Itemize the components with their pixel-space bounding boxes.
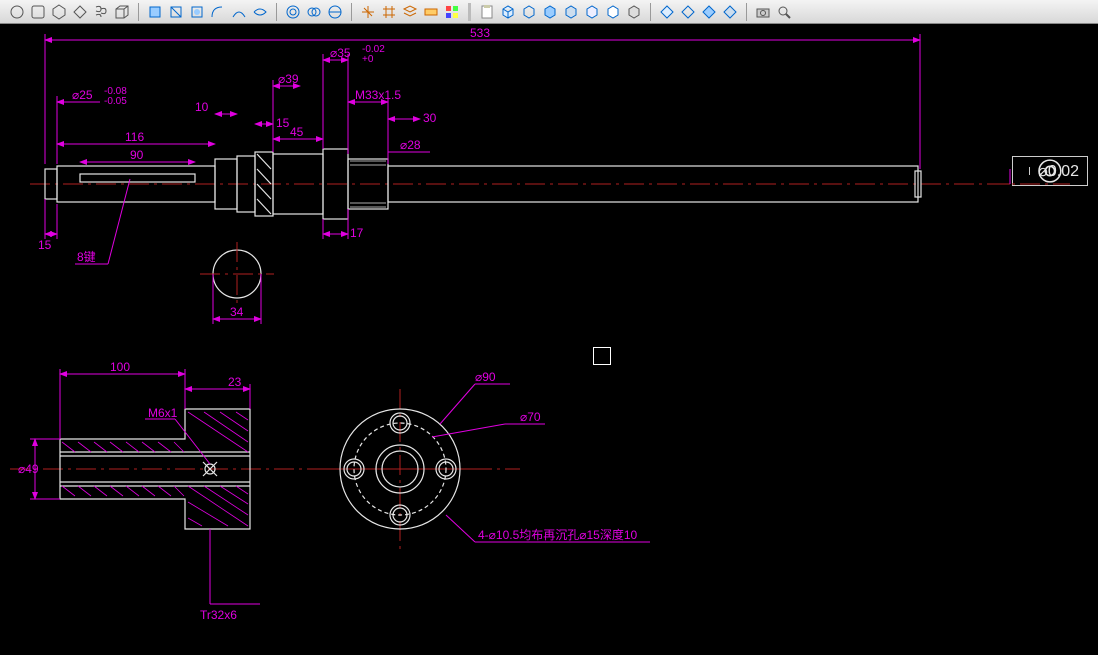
dim-30: 30 (423, 111, 437, 125)
tb-cube5-icon[interactable] (582, 2, 602, 22)
toolbar-separator (746, 3, 747, 21)
dim-15a: 15 (276, 116, 290, 130)
tb-group-view (355, 2, 465, 22)
tb-cube4-icon[interactable] (561, 2, 581, 22)
tb-palette-icon[interactable] (442, 2, 462, 22)
tb-boxc-icon[interactable] (187, 2, 207, 22)
tb-ring1-icon[interactable] (283, 2, 303, 22)
dim-d25-toll: -0.05 (104, 96, 127, 107)
dim-d28: ⌀28 (400, 138, 421, 152)
dim-90: 90 (130, 148, 144, 162)
tb-group-shapes (4, 2, 135, 22)
dimensions-top: 533 ⌀35 -0.02 +0 ⌀39 ⌀25 -0.08 -0.05 M33… (38, 26, 1010, 324)
dim-34: 34 (230, 305, 244, 319)
dim-m33: M33x1.5 (355, 88, 401, 102)
dim-tr32: Tr32x6 (200, 608, 237, 622)
dim-d35: ⌀35 (330, 46, 351, 60)
tb-cube7-icon[interactable] (624, 2, 644, 22)
dim-533: 533 (470, 26, 490, 40)
dim-17: 17 (350, 226, 364, 240)
dim-d70: ⌀70 (520, 410, 541, 424)
tb-group-gems (654, 2, 743, 22)
dim-100: 100 (110, 360, 130, 374)
tb-group-tools (750, 2, 797, 22)
tb-gem3-icon[interactable] (699, 2, 719, 22)
dim-key8: 8键 (77, 250, 96, 264)
tb-cube1-icon[interactable] (498, 2, 518, 22)
tb-ring2-icon[interactable] (304, 2, 324, 22)
dim-d35-toll: +0 (362, 54, 374, 65)
tb-hex-icon[interactable] (49, 2, 69, 22)
tb-camera-icon[interactable] (753, 2, 773, 22)
dim-15b: 15 (38, 238, 52, 252)
dim-m6: M6x1 (148, 406, 178, 420)
tb-diamond-icon[interactable] (70, 2, 90, 22)
toolbar-separator (138, 3, 139, 21)
dimensions-nut: 100 23 M6x1 ⌀49 Tr32x6 (18, 360, 260, 622)
drawing-canvas[interactable]: ⌀0.02 (0, 24, 1098, 655)
tb-grid-icon[interactable] (379, 2, 399, 22)
tb-gem1-icon[interactable] (657, 2, 677, 22)
tb-circle-icon[interactable] (7, 2, 27, 22)
tb-gem4-icon[interactable] (720, 2, 740, 22)
tb-cube3-icon[interactable] (540, 2, 560, 22)
tb-group-boxes (142, 2, 273, 22)
tb-zoom-icon[interactable] (774, 2, 794, 22)
dim-116: 116 (125, 130, 144, 144)
dim-d39: ⌀39 (278, 72, 299, 86)
tb-paste-icon[interactable] (477, 2, 497, 22)
dim-10: 10 (195, 100, 209, 114)
flange-front-view (320, 389, 480, 549)
tb-layers-icon[interactable] (400, 2, 420, 22)
dim-hole-note: 4-⌀10.5均布再沉孔⌀15深度10 (478, 527, 637, 542)
drawing-svg: 533 ⌀35 -0.02 +0 ⌀39 ⌀25 -0.08 -0.05 M33… (0, 24, 1098, 655)
tb-boxa-icon[interactable] (145, 2, 165, 22)
shaft-top-view (30, 149, 1070, 306)
tb-box3d-icon[interactable] (112, 2, 132, 22)
tb-square-icon[interactable] (28, 2, 48, 22)
dim-d25: ⌀25 (72, 88, 93, 102)
dim-d49: ⌀49 (18, 462, 39, 476)
tb-axis-icon[interactable] (358, 2, 378, 22)
tb-gem2-icon[interactable] (678, 2, 698, 22)
toolbar-separator (468, 3, 471, 21)
dim-23: 23 (228, 375, 242, 389)
tb-coil-icon[interactable] (91, 2, 111, 22)
tb-group-rings (280, 2, 348, 22)
tb-cube6-icon[interactable] (603, 2, 623, 22)
tb-group-solids (474, 2, 647, 22)
dim-d90: ⌀90 (475, 370, 496, 384)
dim-45: 45 (290, 125, 304, 139)
toolbar-separator (276, 3, 277, 21)
tb-arcb-icon[interactable] (229, 2, 249, 22)
tb-orient-icon[interactable] (421, 2, 441, 22)
tb-ring3-icon[interactable] (325, 2, 345, 22)
tb-arcc-icon[interactable] (250, 2, 270, 22)
tb-boxb-icon[interactable] (166, 2, 186, 22)
dimensions-flange: ⌀90 ⌀70 4-⌀10.5均布再沉孔⌀15深度10 (432, 370, 650, 542)
tb-arca-icon[interactable] (208, 2, 228, 22)
toolbar (0, 0, 1098, 24)
tb-cube2-icon[interactable] (519, 2, 539, 22)
toolbar-separator (650, 3, 651, 21)
toolbar-separator (351, 3, 352, 21)
